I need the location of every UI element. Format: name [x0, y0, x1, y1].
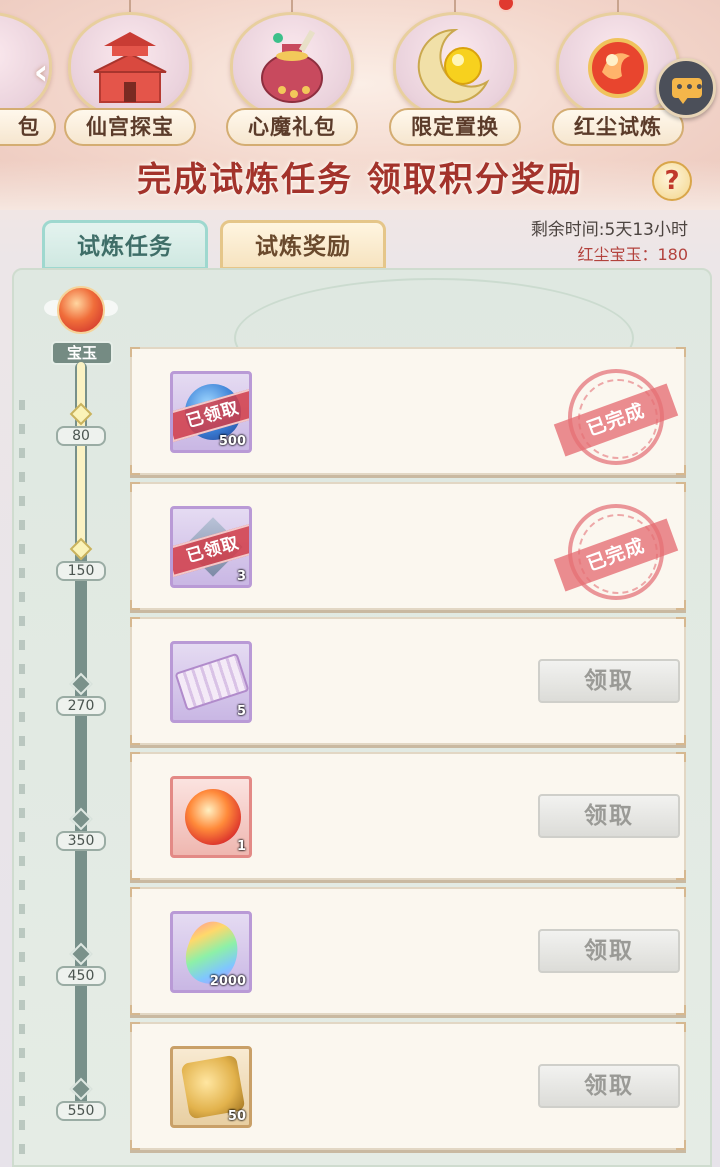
reward-card: 已领取 500 已完成	[130, 347, 686, 475]
tab-trial-rewards[interactable]: 试炼奖励	[220, 220, 386, 270]
gift-bag-icon	[261, 29, 323, 103]
back-arrow-icon[interactable]: ‹	[20, 52, 62, 94]
track-head	[44, 282, 118, 340]
milestone: 150	[56, 537, 106, 581]
reward-card: 2000 领取	[130, 887, 686, 1015]
purple-ticket-icon	[174, 652, 249, 712]
activity-xiangong-tanbao[interactable]: 仙宫探宝	[60, 0, 200, 160]
completed-seal: 已完成	[553, 504, 679, 600]
completed-seal: 已完成	[553, 369, 679, 465]
reward-item[interactable]: 5	[170, 641, 252, 723]
reward-card: 5 领取	[130, 617, 686, 745]
milestone: 270	[56, 672, 106, 716]
milestone: 450	[56, 942, 106, 986]
tab-trial-tasks[interactable]: 试炼任务	[42, 220, 208, 270]
milestone-value: 270	[56, 696, 106, 716]
item-quantity: 50	[227, 1109, 246, 1124]
milestone-diamond-icon	[69, 402, 93, 426]
milestone-value: 150	[56, 561, 106, 581]
item-quantity: 3	[236, 569, 246, 584]
activity-label: 红尘试炼	[552, 108, 684, 146]
notification-dot	[497, 0, 515, 12]
milestone-value: 550	[56, 1101, 106, 1121]
activity-label: 仙宫探宝	[64, 108, 196, 146]
red-jade-orb-icon	[57, 286, 105, 334]
claim-button[interactable]: 领取	[538, 659, 680, 703]
jade-balance: 红尘宝玉：180	[577, 245, 688, 264]
claim-button[interactable]: 领取	[538, 794, 680, 838]
reward-item[interactable]: 已领取 3	[170, 506, 252, 588]
activity-label: 限定置换	[389, 108, 521, 146]
progress-fill	[77, 362, 85, 546]
reward-item[interactable]: 50	[170, 1046, 252, 1128]
reward-item[interactable]: 1	[170, 776, 252, 858]
milestone-diamond-icon	[69, 537, 93, 561]
milestone: 350	[56, 807, 106, 851]
help-icon[interactable]: ?	[652, 161, 692, 201]
milestone: 80	[56, 402, 106, 446]
moon-orb-icon	[417, 28, 490, 103]
remaining-time: 剩余时间:5天13小时	[530, 220, 688, 240]
activity-xianding-zhihuan[interactable]: 限定置换	[385, 0, 525, 160]
claim-button[interactable]: 领取	[538, 1064, 680, 1108]
activity-label: 包	[0, 108, 56, 146]
palace-icon	[93, 32, 167, 103]
milestone-diamond-icon	[69, 807, 93, 831]
milestone-value: 80	[56, 426, 106, 446]
completed-label: 已完成	[553, 518, 679, 592]
completed-label: 已完成	[553, 383, 679, 457]
reward-card: 1 领取	[130, 752, 686, 880]
reward-item[interactable]: 2000	[170, 911, 252, 993]
item-quantity: 1	[236, 839, 246, 854]
milestone-diamond-icon	[69, 942, 93, 966]
milestone: 550	[56, 1077, 106, 1121]
decorative-dash-line	[19, 400, 25, 1160]
milestone-diamond-icon	[69, 1077, 93, 1101]
reward-card: 已领取 3 已完成	[130, 482, 686, 610]
item-quantity: 5	[236, 704, 246, 719]
milestone-value: 450	[56, 966, 106, 986]
page-title: 完成试炼任务 领取积分奖励	[137, 160, 583, 200]
activity-label: 心魔礼包	[226, 108, 358, 146]
reward-card: 50 领取	[130, 1022, 686, 1150]
milestone-diamond-icon	[69, 672, 93, 696]
claim-button[interactable]: 领取	[538, 929, 680, 973]
milestone-value: 350	[56, 831, 106, 851]
item-quantity: 500	[218, 434, 246, 449]
reward-item[interactable]: 已领取 500	[170, 371, 252, 453]
red-jade-icon	[588, 38, 648, 98]
item-quantity: 2000	[209, 974, 246, 989]
chat-icon[interactable]: •••	[656, 58, 716, 118]
fire-orb-icon	[185, 789, 241, 845]
activity-xinmo-libao[interactable]: 心魔礼包	[222, 0, 362, 160]
